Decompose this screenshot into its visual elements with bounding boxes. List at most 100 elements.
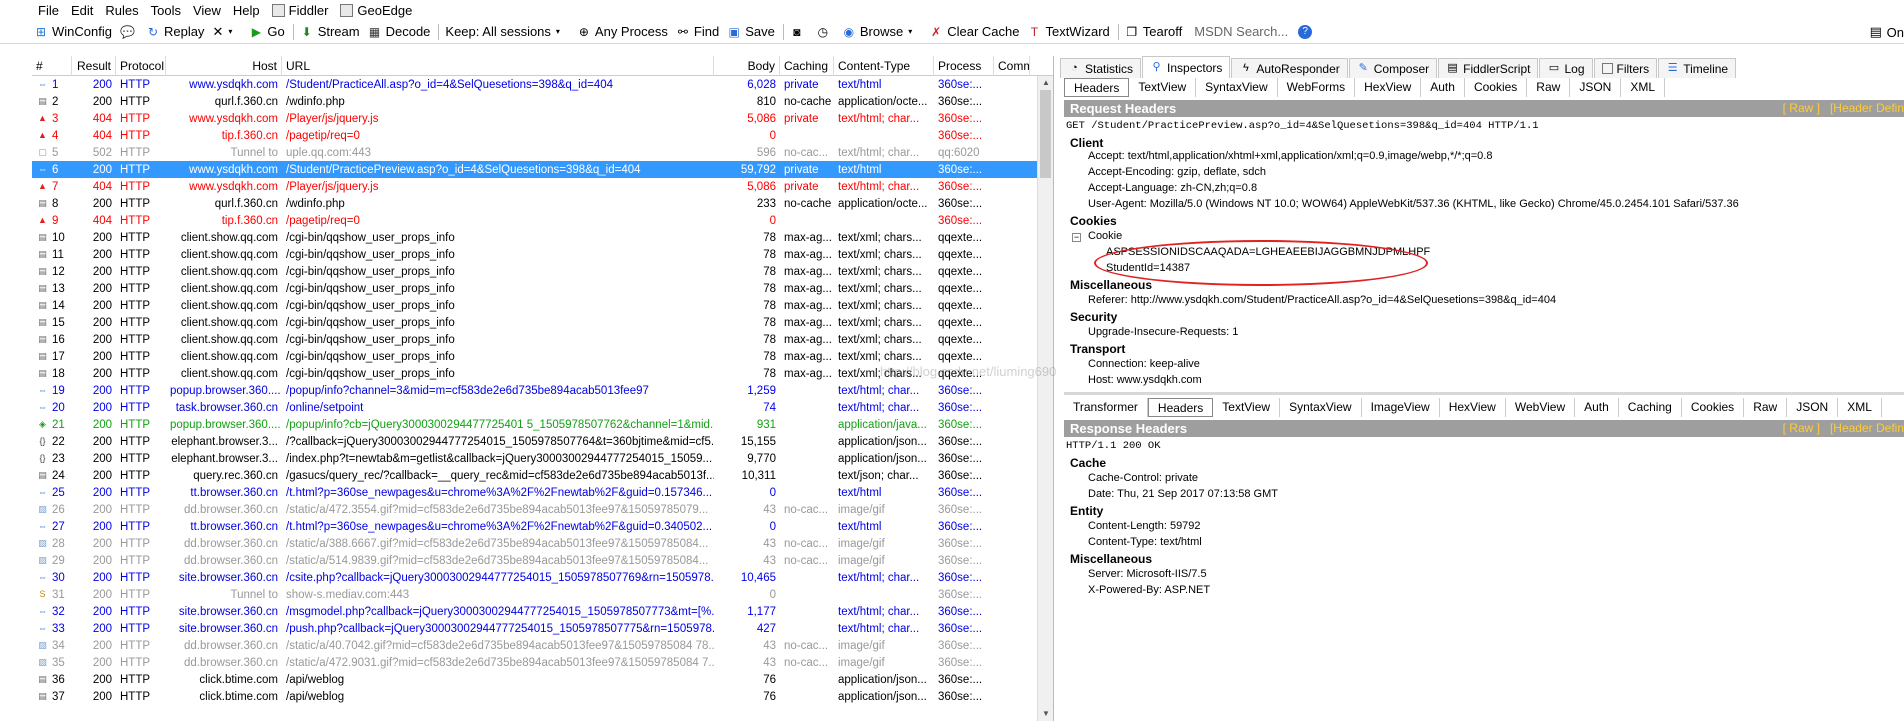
header-definitions-link[interactable]: [Header Defin [1830, 421, 1904, 435]
textwizard-button[interactable]: T TextWizard [1027, 24, 1110, 39]
table-row[interactable]: ▨ 29 200 HTTP dd.browser.360.cn/static/a/514… [32, 552, 1038, 569]
table-row[interactable]: ⇔ 20 200 HTTP task.browser.360.cn/online/set… [32, 399, 1038, 416]
request-tab-raw[interactable]: Raw [1527, 78, 1571, 97]
column-content-type[interactable]: Content-Type [834, 56, 934, 76]
table-row[interactable]: ▤ 10 200 HTTP client.show.qq.com/cgi-bin/qqs… [32, 229, 1038, 246]
table-row[interactable]: ▤ 36 200 HTTP click.btime.com/api/weblog 76 ap… [32, 671, 1038, 688]
collapse-icon[interactable]: − [1072, 233, 1081, 242]
table-row[interactable]: ▲ 4 404 HTTP tip.f.360.cn/pagetip/req=0 0 360s… [32, 127, 1038, 144]
menu-edit[interactable]: Edit [71, 3, 93, 18]
request-tab-syntaxview[interactable]: SyntaxView [1196, 78, 1278, 97]
request-tab-xml[interactable]: XML [1621, 78, 1666, 97]
menu-rules[interactable]: Rules [105, 3, 138, 18]
menu-fiddler[interactable]: Fiddler [271, 3, 328, 18]
screenshot-button[interactable]: ◙ [790, 25, 808, 39]
tab-fiddlerscript[interactable]: ▤ FiddlerScript [1438, 58, 1539, 78]
column-body[interactable]: Body [714, 56, 780, 76]
response-tab-auth[interactable]: Auth [1575, 398, 1619, 417]
table-row[interactable]: ▨ 34 200 HTTP dd.browser.360.cn/static/a/40.… [32, 637, 1038, 654]
table-row[interactable]: ⇔ 27 200 HTTP tt.browser.360.cn/t.html?p=360… [32, 518, 1038, 535]
table-row[interactable]: ⇔ 19 200 HTTP popup.browser.360.... /popup/in… [32, 382, 1038, 399]
table-row[interactable]: ⇔ 1 200 HTTP www.ysdqkh.com/Student/Practice… [32, 76, 1038, 93]
tab-timeline[interactable]: ☰ Timeline [1658, 58, 1737, 78]
request-tab-hexview[interactable]: HexView [1355, 78, 1422, 97]
header-definitions-link[interactable]: [Header Defin [1830, 101, 1904, 115]
response-tab-transformer[interactable]: Transformer [1064, 398, 1148, 417]
tab-inspectors[interactable]: ⚲ Inspectors [1142, 56, 1231, 78]
column-host[interactable]: Host [166, 56, 282, 76]
response-tab-xml[interactable]: XML [1838, 398, 1882, 417]
menu-help[interactable]: Help [233, 3, 260, 18]
table-row[interactable]: ⇔ 6 200 HTTP www.ysdqkh.com/Student/Practice… [32, 161, 1038, 178]
raw-link[interactable]: [ Raw ] [1783, 101, 1820, 115]
any-process-button[interactable]: ⊕ Any Process [577, 24, 668, 39]
table-row[interactable]: ▨ 28 200 HTTP dd.browser.360.cn/static/a/388… [32, 535, 1038, 552]
replay-button[interactable]: ↻ Replay [146, 24, 205, 39]
menu-tools[interactable]: Tools [151, 3, 181, 18]
raw-link[interactable]: [ Raw ] [1783, 421, 1820, 435]
column-process[interactable]: Process [934, 56, 994, 76]
table-row[interactable]: ⇔ 33 200 HTTP site.browser.360.cn/push.php?c… [32, 620, 1038, 637]
response-tab-caching[interactable]: Caching [1619, 398, 1682, 417]
help-icon[interactable]: ? [1298, 24, 1313, 39]
tab-statistics[interactable]: ◔ Statistics [1060, 58, 1142, 78]
menu-file[interactable]: File [38, 3, 59, 18]
request-tab-json[interactable]: JSON [1570, 78, 1622, 97]
request-tab-auth[interactable]: Auth [1421, 78, 1465, 97]
column-caching[interactable]: Caching [780, 56, 834, 76]
request-tab-headers[interactable]: Headers [1064, 78, 1130, 97]
table-row[interactable]: ▤ 15 200 HTTP client.show.qq.com/cgi-bin/qqs… [32, 314, 1038, 331]
table-row[interactable]: ▨ 35 200 HTTP dd.browser.360.cn/static/a/472… [32, 654, 1038, 671]
table-row[interactable]: {} 23 200 HTTP elephant.browser.3... /index.p… [32, 450, 1038, 467]
response-tab-headers[interactable]: Headers [1147, 398, 1214, 417]
table-row[interactable]: ▤ 14 200 HTTP client.show.qq.com/cgi-bin/qqs… [32, 297, 1038, 314]
table-row[interactable]: ▤ 16 200 HTTP client.show.qq.com/cgi-bin/qqs… [32, 331, 1038, 348]
menu-geoedge[interactable]: GeoEdge [340, 3, 412, 18]
table-row[interactable]: ▨ 26 200 HTTP dd.browser.360.cn/static/a/472… [32, 501, 1038, 518]
table-row[interactable]: ▤ 2 200 HTTP qurl.f.360.cn/wdinfo.php 810 no-c… [32, 93, 1038, 110]
menu-view[interactable]: View [193, 3, 221, 18]
column-comments[interactable]: Comm [994, 56, 1030, 76]
tab-log[interactable]: ▭ Log [1539, 58, 1593, 78]
tab-autoresponder[interactable]: ϟ AutoResponder [1231, 58, 1348, 78]
response-tab-imageview[interactable]: ImageView [1362, 398, 1440, 417]
response-tab-hexview[interactable]: HexView [1440, 398, 1506, 417]
save-button[interactable]: ▣ Save [727, 24, 775, 39]
clear-cache-button[interactable]: ✗ Clear Cache [929, 24, 1019, 39]
find-button[interactable]: ⚯ Find [676, 24, 719, 39]
scroll-down-icon[interactable]: ▼ [1038, 707, 1053, 721]
remove-button[interactable]: ✕ ▾ [212, 24, 241, 40]
column-result[interactable]: Result [72, 56, 116, 76]
response-tab-syntaxview[interactable]: SyntaxView [1280, 398, 1362, 417]
table-row[interactable]: ▢ 5 502 HTTP Tunnel to uple.qq.com:443 596 no-c… [32, 144, 1038, 161]
stream-button[interactable]: ⬇ Stream [300, 24, 360, 39]
pane-splitter[interactable] [1064, 392, 1904, 395]
tab-filters[interactable]: Filters [1593, 58, 1658, 78]
column-number[interactable]: # [32, 56, 72, 76]
scroll-thumb[interactable] [1040, 90, 1051, 178]
table-row[interactable]: ▲ 3 404 HTTP www.ysdqkh.com/Player/js/jquery… [32, 110, 1038, 127]
browse-button[interactable]: ◉ Browse ▾ [842, 24, 921, 39]
table-row[interactable]: ▤ 37 200 HTTP click.btime.com/api/weblog 76 ap… [32, 688, 1038, 705]
response-tab-raw[interactable]: Raw [1744, 398, 1788, 417]
table-row[interactable]: ⇔ 25 200 HTTP tt.browser.360.cn/t.html?p=360… [32, 484, 1038, 501]
timer-button[interactable]: ◷ [816, 25, 834, 39]
keep-sessions-dropdown[interactable]: Keep: All sessions ▾ [445, 24, 569, 39]
table-row[interactable]: ▤ 17 200 HTTP client.show.qq.com/cgi-bin/qqs… [32, 348, 1038, 365]
response-tab-textview[interactable]: TextView [1213, 398, 1281, 417]
table-row[interactable]: S 31 200 HTTP Tunnel to show-s.mediav.com:443… [32, 586, 1038, 603]
scroll-up-icon[interactable]: ▲ [1038, 76, 1053, 90]
table-row[interactable]: ▤ 24 200 HTTP query.rec.360.cn/gasucs/query_… [32, 467, 1038, 484]
table-row[interactable]: ▲ 7 404 HTTP www.ysdqkh.com/Player/js/jquery… [32, 178, 1038, 195]
msdn-search-input[interactable]: MSDN Search...? [1194, 24, 1313, 39]
decode-button[interactable]: ▦ Decode [368, 24, 430, 39]
table-row[interactable]: ⇔ 30 200 HTTP site.browser.360.cn/csite.php?… [32, 569, 1038, 586]
table-row[interactable]: ▤ 8 200 HTTP qurl.f.360.cn/wdinfo.php 233 no-c… [32, 195, 1038, 212]
column-url[interactable]: URL [282, 56, 714, 76]
table-row[interactable]: {} 22 200 HTTP elephant.browser.3... /?callba… [32, 433, 1038, 450]
response-tab-webview[interactable]: WebView [1506, 398, 1576, 417]
comment-button[interactable]: 💬 [120, 25, 138, 39]
online-indicator[interactable]: ▤ On [1870, 24, 1904, 40]
response-tab-json[interactable]: JSON [1787, 398, 1839, 417]
tab-composer[interactable]: ✎ Composer [1348, 58, 1438, 78]
